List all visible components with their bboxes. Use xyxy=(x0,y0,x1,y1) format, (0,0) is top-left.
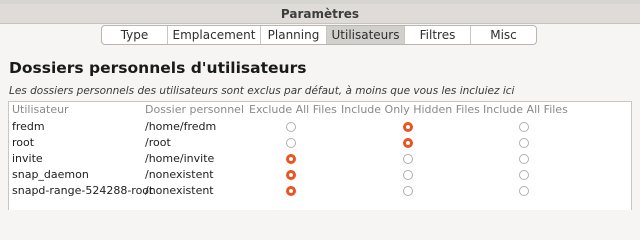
window-titlebar[interactable]: Paramètres xyxy=(0,4,640,24)
table-row: snap_daemon /nonexistent xyxy=(9,167,631,183)
column-header-home[interactable]: Dossier personnel xyxy=(145,103,244,116)
row-home: /nonexistent xyxy=(145,184,214,197)
radio-exclude-all[interactable] xyxy=(286,154,296,164)
table-row: root /root xyxy=(9,135,631,151)
tab-planning[interactable]: Planning xyxy=(261,26,327,44)
radio-include-all[interactable] xyxy=(519,170,529,180)
radio-include-all[interactable] xyxy=(519,122,529,132)
table-row: snapd-range-524288-root /nonexistent xyxy=(9,183,631,199)
row-user: root xyxy=(12,136,35,149)
row-home: /nonexistent xyxy=(145,168,214,181)
radio-include-hidden[interactable] xyxy=(403,186,413,196)
radio-include-all[interactable] xyxy=(519,186,529,196)
tab-utilisateurs[interactable]: Utilisateurs xyxy=(327,26,405,44)
section-description: Les dossiers personnels des utilisateurs… xyxy=(9,85,515,97)
row-home: /home/fredm xyxy=(145,120,217,133)
row-user: snapd-range-524288-root xyxy=(12,184,154,197)
radio-include-hidden[interactable] xyxy=(403,138,413,148)
tab-misc[interactable]: Misc xyxy=(471,26,536,44)
column-header-include-all[interactable]: Include All Files xyxy=(483,103,568,116)
row-user: fredm xyxy=(12,120,45,133)
radio-exclude-all[interactable] xyxy=(286,170,296,180)
tab-filtres[interactable]: Filtres xyxy=(405,26,471,44)
column-header-exclude-all[interactable]: Exclude All Files xyxy=(249,103,337,116)
column-header-user[interactable]: Utilisateur xyxy=(12,103,69,116)
row-home: /home/invite xyxy=(145,152,215,165)
tab-emplacement[interactable]: Emplacement xyxy=(168,26,261,44)
window-title: Paramètres xyxy=(280,6,360,21)
radio-include-hidden[interactable] xyxy=(403,170,413,180)
table-row: fredm /home/fredm xyxy=(9,119,631,135)
tab-type[interactable]: Type xyxy=(102,26,168,44)
radio-exclude-all[interactable] xyxy=(286,186,296,196)
column-header-include-hidden[interactable]: Include Only Hidden Files xyxy=(341,103,480,116)
row-user: invite xyxy=(12,152,43,165)
table-header: Utilisateur Dossier personnel Exclude Al… xyxy=(9,102,631,118)
users-table: Utilisateur Dossier personnel Exclude Al… xyxy=(8,101,632,210)
radio-include-hidden[interactable] xyxy=(403,154,413,164)
radio-include-all[interactable] xyxy=(519,138,529,148)
section-heading: Dossiers personnels d'utilisateurs xyxy=(9,59,307,77)
radio-include-all[interactable] xyxy=(519,154,529,164)
row-user: snap_daemon xyxy=(12,168,89,181)
radio-exclude-all[interactable] xyxy=(286,138,296,148)
row-home: /root xyxy=(145,136,171,149)
tab-bar: Type Emplacement Planning Utilisateurs F… xyxy=(101,25,537,45)
table-row: invite /home/invite xyxy=(9,151,631,167)
radio-exclude-all[interactable] xyxy=(286,122,296,132)
radio-include-hidden[interactable] xyxy=(403,122,413,132)
